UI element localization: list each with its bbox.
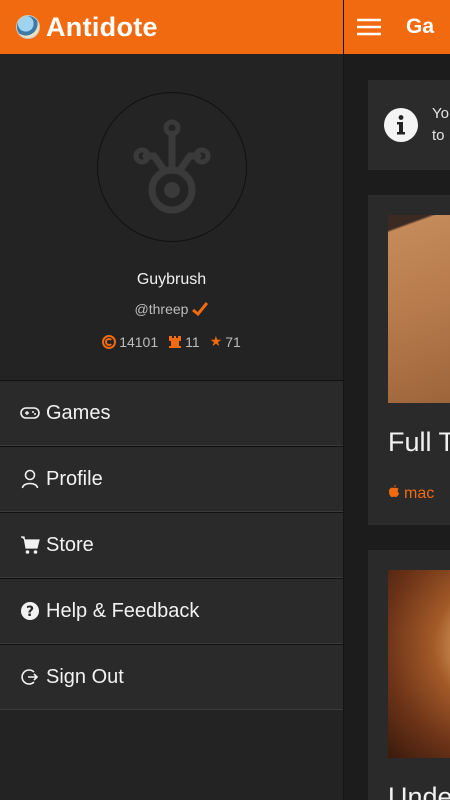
- game-cover-image: [388, 215, 450, 403]
- question-circle-icon: ?: [20, 601, 40, 621]
- menu-item-label: Games: [46, 401, 111, 424]
- menu-item-help-feedback[interactable]: ? Help & Feedback: [0, 578, 343, 644]
- game-cover-image: [388, 570, 450, 758]
- app-logo-icon: [16, 15, 40, 39]
- star-icon: ★: [209, 333, 223, 349]
- menu-item-sign-out[interactable]: Sign Out: [0, 644, 343, 710]
- castle-icon: [169, 335, 182, 348]
- info-icon: [384, 108, 418, 142]
- game-platform: mac: [388, 484, 434, 503]
- menu-item-games[interactable]: Games: [0, 380, 343, 446]
- game-card[interactable]: Unde: [368, 550, 450, 800]
- avatar[interactable]: [96, 92, 247, 242]
- stars-value: 71: [225, 333, 241, 350]
- navigation-drawer: Antidote Guybrush @threep 14101 11 ★ 71 …: [0, 0, 344, 800]
- profile-section: Guybrush @threep 14101 11 ★ 71: [0, 54, 343, 350]
- menu-item-label: Profile: [46, 467, 103, 490]
- game-title: Full T: [388, 427, 450, 457]
- coin-icon: [102, 334, 117, 349]
- info-notice: Yo to: [368, 80, 450, 170]
- menu-item-profile[interactable]: Profile: [0, 446, 343, 512]
- sign-out-icon: [20, 667, 40, 687]
- profile-handle: @threep: [134, 301, 189, 317]
- drawer-header: Antidote: [0, 0, 343, 54]
- user-icon: [20, 469, 40, 489]
- profile-stats: 14101 11 ★ 71: [0, 333, 343, 350]
- profile-handle-row: @threep: [135, 301, 209, 317]
- trophies-value: 11: [185, 333, 200, 350]
- game-platform-label: mac: [404, 484, 435, 502]
- notice-text: Yo to: [432, 103, 449, 147]
- coins-stat: 14101: [102, 334, 158, 350]
- hamburger-menu-icon[interactable]: [356, 17, 382, 37]
- game-title: Unde: [388, 782, 450, 800]
- drawer-menu: Games Profile Store ? Help & Feedback Si…: [0, 380, 343, 710]
- default-avatar-icon: [133, 119, 210, 214]
- game-card[interactable]: Full T mac: [368, 195, 450, 525]
- menu-item-label: Store: [46, 533, 94, 556]
- trophies-stat: 11: [168, 334, 200, 350]
- svg-text:?: ?: [26, 604, 34, 620]
- stars-stat: ★ 71: [210, 333, 241, 350]
- main-topbar: Ga: [344, 0, 450, 54]
- page-title: Ga: [406, 15, 435, 38]
- app-title: Antidote: [46, 11, 158, 42]
- coins-value: 14101: [119, 333, 159, 350]
- profile-username: Guybrush: [136, 271, 207, 288]
- menu-item-store[interactable]: Store: [0, 512, 343, 578]
- notice-line-2: to: [432, 127, 445, 144]
- menu-item-label: Sign Out: [46, 665, 124, 688]
- apple-icon: [388, 484, 400, 503]
- notice-line-1: Yo: [432, 105, 449, 122]
- verified-check-icon: [192, 302, 209, 316]
- menu-item-label: Help & Feedback: [46, 599, 200, 622]
- main-content: Ga Yo to Full T mac Unde: [344, 0, 450, 800]
- cart-icon: [20, 535, 40, 555]
- gamepad-icon: [20, 403, 40, 423]
